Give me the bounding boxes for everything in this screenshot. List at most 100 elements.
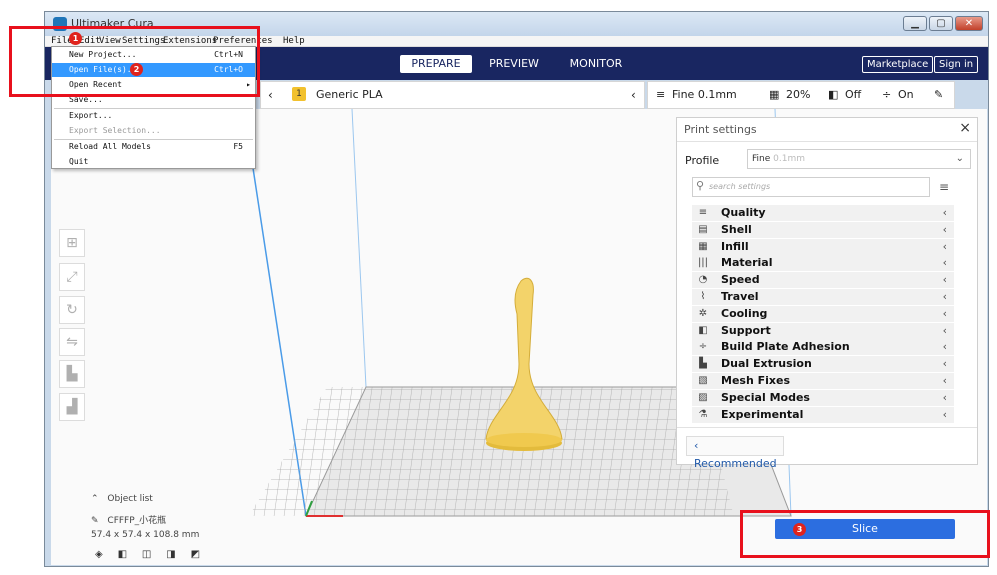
tab-prepare[interactable]: PREPARE (400, 55, 472, 73)
marketplace-button[interactable]: Marketplace (862, 56, 934, 73)
category-label: Experimental (721, 407, 804, 421)
minimize-button[interactable]: ▁ (903, 16, 927, 31)
dual-extrusion-icon: ▙ (699, 358, 707, 370)
settings-category-dual-extrusion[interactable]: ▙ Dual Extrusion ‹ (692, 356, 954, 373)
adhesion-value: On (898, 88, 914, 101)
chevron-left-icon: ‹ (942, 290, 947, 303)
3d-view-icon[interactable]: ◈ (95, 549, 103, 560)
tab-monitor[interactable]: MONITOR (563, 55, 629, 73)
front-view-icon[interactable]: ◧ (118, 549, 127, 560)
category-label: Speed (721, 273, 760, 287)
vase-model[interactable] (485, 277, 563, 451)
model-name: CFFFP_小花瓶 (107, 516, 167, 526)
rotate-tool-icon[interactable]: ↻ (59, 296, 85, 324)
settings-category-build-plate-adhesion[interactable]: ÷ Build Plate Adhesion ‹ (692, 339, 954, 356)
chevron-left-icon[interactable]: ‹ (631, 88, 636, 102)
experimental-icon: ⚗ (698, 408, 708, 420)
infill-value: 20% (786, 88, 811, 101)
per-model-settings-icon[interactable]: ▙ (59, 360, 85, 388)
quality-icon: ≡ (656, 88, 666, 101)
pencil-icon[interactable]: ✎ (934, 88, 943, 102)
settings-menu-icon[interactable]: ≡ (939, 180, 949, 194)
chevron-left-icon: ‹ (942, 407, 947, 421)
settings-category-speed[interactable]: ◔ Speed ‹ (692, 272, 954, 289)
special-modes-icon: ▨ (698, 391, 708, 403)
settings-category-support[interactable]: ◧ Support ‹ (692, 322, 954, 339)
settings-search-input[interactable]: ⚲ search settings (692, 177, 930, 197)
support-icon: ◧ (698, 324, 708, 336)
chevron-left-icon: ‹ (694, 439, 699, 452)
mirror-tool-icon[interactable]: ⇋ (59, 328, 85, 356)
annotation-box-menu (9, 26, 260, 97)
menu-export-selection: Export Selection... (69, 126, 161, 135)
menu-reload-all[interactable]: Reload All Models F5 (52, 140, 255, 154)
recommended-button[interactable]: ‹ Recommended (686, 436, 784, 470)
divider (677, 141, 977, 142)
chevron-left-icon: ‹ (942, 390, 947, 404)
settings-category-mesh-fixes[interactable]: ▧ Mesh Fixes ‹ (692, 373, 954, 389)
search-icon: ⚲ (696, 179, 705, 192)
maximize-button[interactable]: ▢ (929, 16, 953, 31)
print-settings-panel: Print settings × Profile Fine 0.1mm ⌄ ⚲ … (676, 117, 978, 470)
settings-category-experimental[interactable]: ⚗ Experimental ‹ (692, 406, 954, 423)
close-button[interactable]: ✕ (955, 16, 983, 31)
annotation-marker-2: 2 (130, 63, 143, 76)
category-label: Quality (721, 206, 766, 219)
support-value: Off (845, 88, 862, 101)
category-label: Travel (721, 290, 759, 303)
settings-category-travel[interactable]: ⌇ Travel ‹ (692, 289, 954, 305)
screenshot: Ultimaker Cura ▁ ▢ ✕ File Edit View Sett… (0, 0, 997, 575)
profile-dropdown[interactable]: Fine 0.1mm ⌄ (747, 149, 971, 169)
object-name-row: ✎ CFFFP_小花瓶 (91, 513, 166, 526)
support-blocker-icon[interactable]: ▟ (59, 393, 85, 421)
sign-in-button[interactable]: Sign in (934, 56, 979, 73)
shell-icon: ▤ (698, 223, 708, 235)
chevron-left-icon: ‹ (942, 206, 947, 219)
extruder-badge: 1 (292, 87, 306, 101)
scale-tool-icon[interactable]: ⤢ (59, 263, 85, 291)
object-list-toggle[interactable]: ⌃ Object list (91, 494, 153, 504)
chevron-left-icon: ‹ (942, 239, 947, 253)
profile-label: Profile (685, 154, 720, 167)
settings-category-material[interactable]: ||| Material ‹ (692, 255, 954, 272)
chevron-left-icon: ‹ (942, 323, 947, 337)
tab-preview[interactable]: PREVIEW (483, 55, 545, 73)
chevron-left-icon: ‹ (942, 306, 947, 320)
material-name: Generic PLA (316, 88, 383, 101)
category-label: Build Plate Adhesion (721, 340, 850, 354)
settings-category-special-modes[interactable]: ▨ Special Modes ‹ (692, 389, 954, 406)
chevron-left-icon: ‹ (942, 222, 947, 236)
chevron-left-icon: ‹ (942, 256, 947, 270)
speed-icon: ◔ (698, 274, 708, 286)
close-icon[interactable]: × (959, 120, 971, 136)
category-label: Dual Extrusion (721, 357, 812, 371)
left-view-icon[interactable]: ◨ (166, 549, 175, 560)
menu-export[interactable]: Export... (52, 109, 255, 123)
material-selector[interactable]: ‹ 1 Generic PLA ‹ (260, 81, 645, 109)
chevron-left-icon: ‹ (942, 273, 947, 287)
chevron-left-icon: ‹ (942, 374, 947, 387)
quality-value: Fine 0.1mm (672, 88, 737, 101)
menu-help[interactable]: Help (283, 36, 305, 47)
print-setup-selector[interactable]: ≡ Fine 0.1mm ▦ 20% ◧ Off ÷ On ✎ (647, 81, 955, 109)
settings-category-quality[interactable]: ≡ Quality ‹ (692, 205, 954, 221)
quality-icon: ≡ (698, 207, 708, 218)
settings-category-cooling[interactable]: ✲ Cooling ‹ (692, 305, 954, 322)
menu-quit[interactable]: Quit (52, 155, 255, 169)
build-plate-adhesion-icon: ÷ (698, 341, 708, 353)
divider (677, 427, 977, 428)
pencil-icon[interactable]: ✎ (91, 516, 99, 526)
chevron-down-icon: ⌄ (955, 153, 964, 164)
right-view-icon[interactable]: ◩ (191, 549, 200, 560)
annotation-marker-3: 3 (793, 523, 806, 536)
object-list-label: Object list (107, 494, 153, 504)
settings-category-infill[interactable]: ▦ Infill ‹ (692, 238, 954, 255)
chevron-left-icon[interactable]: ‹ (268, 88, 273, 102)
annotation-box-slice (740, 510, 990, 558)
category-label: Cooling (721, 306, 768, 320)
adhesion-icon: ÷ (882, 88, 892, 101)
top-view-icon[interactable]: ◫ (142, 549, 151, 560)
category-label: Mesh Fixes (721, 374, 791, 387)
move-tool-icon[interactable]: ⊞ (59, 229, 85, 257)
settings-category-shell[interactable]: ▤ Shell ‹ (692, 221, 954, 238)
